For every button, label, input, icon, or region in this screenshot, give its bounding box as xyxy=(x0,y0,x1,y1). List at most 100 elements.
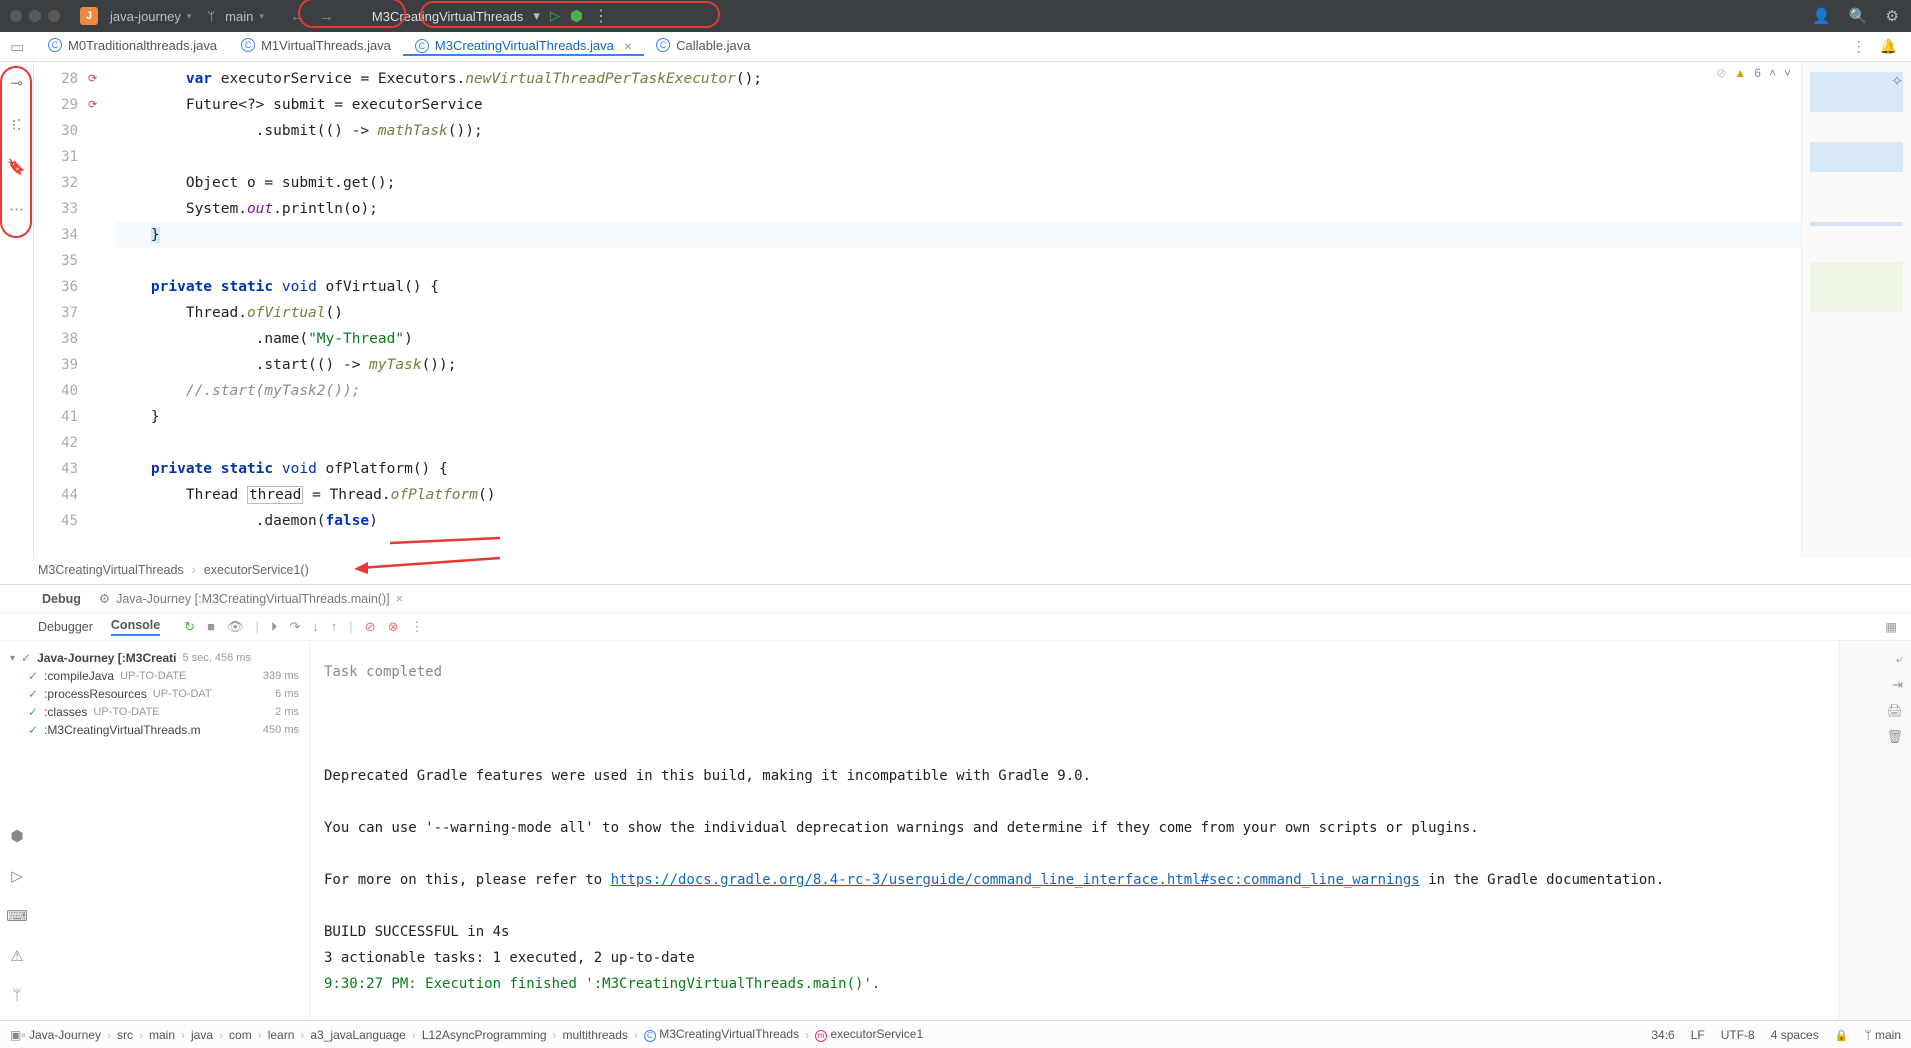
indent[interactable]: 4 spaces xyxy=(1771,1028,1819,1042)
crumb[interactable]: learn xyxy=(268,1028,295,1042)
crumb-method[interactable]: executorService1() xyxy=(204,563,309,577)
close-icon[interactable]: × xyxy=(396,591,404,606)
nav-back-icon[interactable]: ← xyxy=(290,8,305,25)
evaluate-icon[interactable]: ⊗ xyxy=(388,619,399,635)
prev-highlight-icon[interactable]: ˄ xyxy=(1769,66,1776,80)
titlebar-right: 👤 🔍 ⚙ xyxy=(1812,7,1899,25)
account-icon[interactable]: 👤 xyxy=(1812,7,1831,25)
resume-icon[interactable]: ⏵ xyxy=(271,619,278,635)
task-row[interactable]: ✓ :classes UP-TO-DATE 2 ms xyxy=(10,703,299,721)
line-sep[interactable]: LF xyxy=(1691,1028,1705,1042)
stop-icon[interactable]: ■ xyxy=(207,619,215,635)
class-icon: C xyxy=(644,1030,656,1042)
vcs-icon[interactable]: ᛘ xyxy=(12,987,21,1004)
crumb[interactable]: com xyxy=(229,1028,252,1042)
chevron-down-icon[interactable]: ▾ xyxy=(533,8,540,24)
soft-wrap-icon[interactable]: ⤶ xyxy=(1896,651,1903,667)
task-row[interactable]: ✓ :compileJava UP-TO-DATE 339 ms xyxy=(10,667,299,685)
tab-label: M3CreatingVirtualThreads.java xyxy=(435,38,614,53)
toolwindows-icon[interactable]: ▣ xyxy=(10,1028,21,1042)
caret-position[interactable]: 34:6 xyxy=(1651,1028,1674,1042)
layout-icon[interactable]: ▦ xyxy=(1885,619,1897,634)
crumb[interactable]: java xyxy=(191,1028,213,1042)
debugger-subtab[interactable]: Debugger xyxy=(38,620,93,634)
step-into-icon[interactable]: ↓ xyxy=(312,619,319,635)
crumb[interactable]: a3_javaLanguage xyxy=(310,1028,405,1042)
editor[interactable]: 282930313233343536373839404142434445 ⟳⟳ … xyxy=(34,62,1911,558)
build-task-tree[interactable]: ▾ ✓ Java-Journey [:M3Creati 5 sec, 456 m… xyxy=(0,641,310,1020)
git-branch[interactable]: main xyxy=(1864,1028,1901,1042)
view-breakpoints-icon[interactable]: 👁 xyxy=(227,619,244,635)
step-over-icon[interactable]: ↷ xyxy=(289,619,300,635)
next-highlight-icon[interactable]: ˅ xyxy=(1784,66,1791,80)
check-icon: ✓ xyxy=(28,669,38,683)
task-row[interactable]: ▾ ✓ Java-Journey [:M3Creati 5 sec, 456 m… xyxy=(10,649,299,667)
crumb[interactable]: multithreads xyxy=(563,1028,628,1042)
file-tab[interactable]: CM3CreatingVirtualThreads.java× xyxy=(403,38,644,56)
file-tab[interactable]: CM1VirtualThreads.java xyxy=(229,38,403,53)
left-toolwindow-bar-bottom: ⬢ ▷ ⌨ ⚠ ᛘ xyxy=(0,827,34,1016)
readonly-icon[interactable] xyxy=(1835,1028,1849,1042)
tab-label: Callable.java xyxy=(676,38,750,53)
file-tab[interactable]: CM0Traditionalthreads.java xyxy=(36,38,229,53)
project-selector[interactable]: J java-journey ▾ xyxy=(72,7,199,25)
more-icon[interactable]: ⋮ xyxy=(593,6,609,26)
crumb[interactable]: m executorService1 xyxy=(815,1027,923,1042)
gear-icon[interactable]: ⚙ xyxy=(1886,7,1899,25)
branch-selector[interactable]: main ▾ xyxy=(199,9,272,24)
structure-icon[interactable]: ⁝⁚ xyxy=(12,116,22,134)
task-status: UP-TO-DATE xyxy=(93,706,159,718)
rerun-icon[interactable]: ↻ xyxy=(184,619,195,635)
crumb-class[interactable]: M3CreatingVirtualThreads xyxy=(38,563,184,577)
statusbar: ▣ ▫ Java-Journey›src›main›java›com›learn… xyxy=(0,1020,1911,1048)
run-toolwindow-icon[interactable]: ▷ xyxy=(11,867,23,885)
crumb[interactable]: C M3CreatingVirtualThreads xyxy=(644,1027,799,1042)
scroll-end-icon[interactable]: ⇥ xyxy=(1892,677,1903,693)
task-status: UP-TO-DATE xyxy=(120,670,186,682)
more-icon[interactable]: ⋮ xyxy=(411,619,424,635)
ai-assistant-icon[interactable]: ✧ xyxy=(1891,72,1904,90)
editor-tabs: ▭ CM0Traditionalthreads.javaCM1VirtualTh… xyxy=(0,32,1911,62)
bookmarks-icon[interactable]: 🔖 xyxy=(7,158,26,176)
crumb[interactable]: main xyxy=(149,1028,175,1042)
commit-icon[interactable]: ⊸ xyxy=(10,74,23,92)
print-icon[interactable]: 🖨 xyxy=(1886,703,1903,719)
project-drawer-icon[interactable]: ▭ xyxy=(10,38,24,56)
editor-breadcrumbs[interactable]: M3CreatingVirtualThreads › executorServi… xyxy=(38,558,1911,582)
debug-tab[interactable]: Debug xyxy=(38,585,85,612)
branch-name: main xyxy=(225,9,253,24)
close-icon[interactable]: × xyxy=(624,38,632,54)
gutter-line-numbers: 282930313233343536373839404142434445 xyxy=(34,62,88,558)
debug-toolwindow-icon[interactable]: ⬢ xyxy=(10,827,23,845)
window-controls[interactable] xyxy=(10,10,60,22)
step-out-icon[interactable]: ↑ xyxy=(331,619,338,635)
clear-icon[interactable]: 🗑 xyxy=(1886,729,1903,745)
crumb[interactable]: L12AsyncProgramming xyxy=(422,1028,547,1042)
search-icon[interactable]: 🔍 xyxy=(1849,7,1868,25)
problems-icon[interactable]: ⚠ xyxy=(10,947,23,965)
terminal-icon[interactable]: ⌨ xyxy=(6,907,28,925)
tabs-more-icon[interactable]: ⋮ xyxy=(1852,38,1866,55)
run-config-tab[interactable]: Java-Journey [:M3CreatingVirtualThreads.… xyxy=(99,591,403,606)
task-name: Java-Journey [:M3Creati xyxy=(37,651,176,665)
inspections-widget[interactable]: ⊘ ▲ 6 ˄ ˅ xyxy=(1716,66,1791,80)
encoding[interactable]: UTF-8 xyxy=(1721,1028,1755,1042)
run-config-name[interactable]: M3CreatingVirtualThreads xyxy=(372,9,524,24)
crumb[interactable]: src xyxy=(117,1028,133,1042)
nav-crumbs[interactable]: ▫ Java-Journey›src›main›java›com›learn›a… xyxy=(21,1027,1651,1042)
code-area[interactable]: var executorService = Executors.newVirtu… xyxy=(116,62,1801,558)
console-subtab[interactable]: Console xyxy=(111,618,160,636)
crumb[interactable]: ▫ Java-Journey xyxy=(21,1028,101,1042)
file-tab[interactable]: CCallable.java xyxy=(644,38,762,53)
console-output[interactable]: Task completed Deprecated Gradle feature… xyxy=(310,641,1839,1020)
more-icon[interactable]: ⋯ xyxy=(9,200,24,218)
task-row[interactable]: ✓ :processResources UP-TO-DAT 6 ms xyxy=(10,685,299,703)
console-link[interactable]: https://docs.gradle.org/8.4-rc-3/usergui… xyxy=(611,872,1420,888)
nav-forward-icon[interactable]: → xyxy=(319,8,334,25)
mute-breakpoints-icon[interactable]: ⊘ xyxy=(365,619,376,635)
run-icon[interactable]: ▷ xyxy=(550,8,560,24)
task-row[interactable]: ✓ :M3CreatingVirtualThreads.m 450 ms xyxy=(10,721,299,739)
java-file-icon: C xyxy=(48,38,62,52)
notifications-icon[interactable]: 🔔 xyxy=(1880,38,1897,55)
debug-icon[interactable]: ⬢ xyxy=(570,7,583,25)
